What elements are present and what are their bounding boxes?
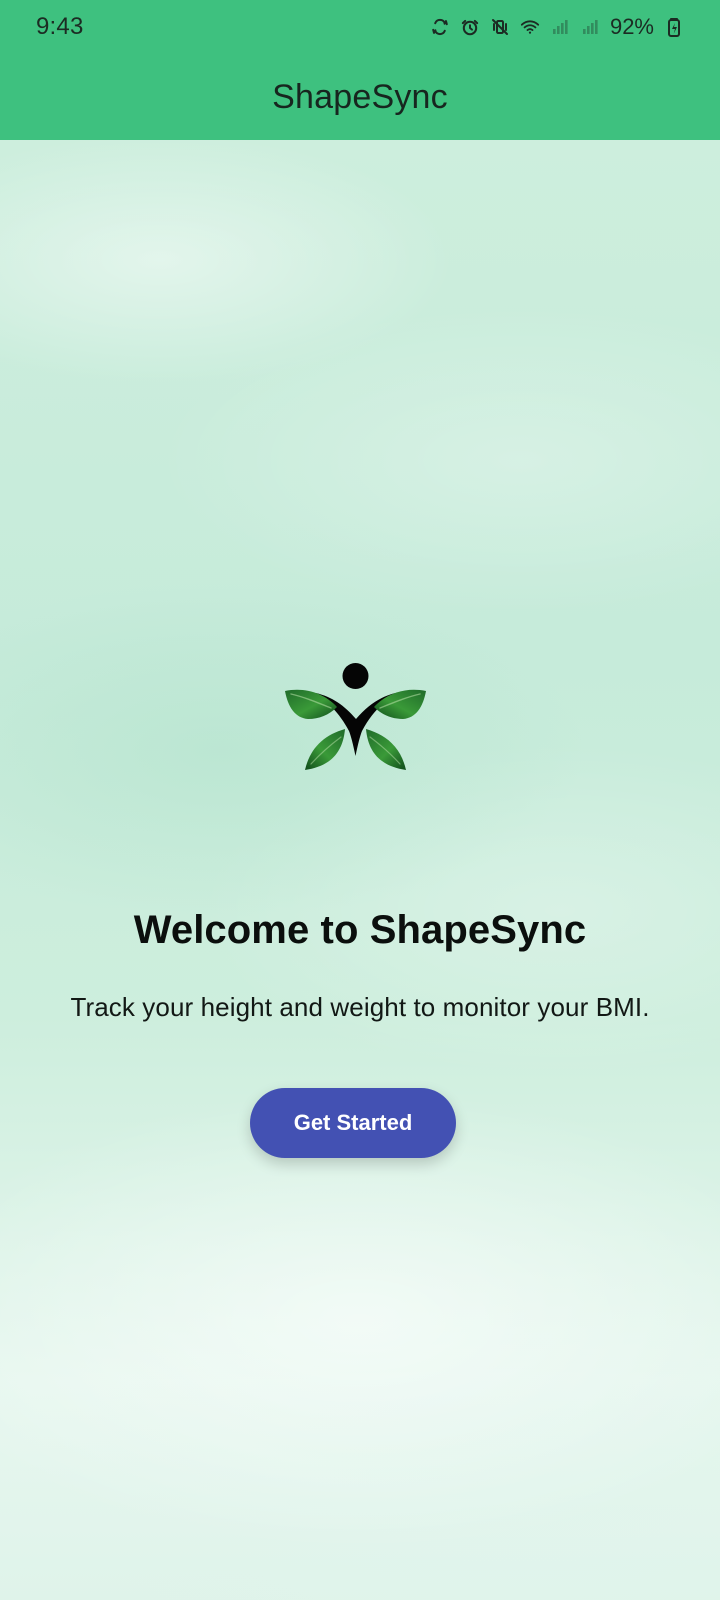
- butterfly-person-logo: [283, 660, 428, 775]
- status-right: 92%: [430, 14, 684, 40]
- alarm-icon: [460, 17, 480, 37]
- vibrate-off-icon: [490, 17, 510, 37]
- header: 9:43 92% ShapeSync: [0, 0, 720, 140]
- signal-2-icon: [580, 17, 600, 37]
- signal-1-icon: [550, 17, 570, 37]
- status-bar: 9:43 92%: [0, 0, 720, 54]
- android-recycle-icon: [430, 17, 450, 37]
- battery-charging-icon: [664, 17, 684, 37]
- status-time: 9:43: [36, 13, 84, 40]
- battery-percent: 92%: [609, 14, 654, 39]
- welcome-heading: Welcome to ShapeSync: [133, 908, 587, 952]
- app-bar: ShapeSync: [0, 54, 720, 140]
- app-title: ShapeSync: [272, 77, 448, 116]
- welcome-screen: Welcome to ShapeSync Track your height a…: [0, 140, 720, 1600]
- wifi-icon: [520, 17, 540, 37]
- welcome-subtitle: Track your height and weight to monitor …: [70, 992, 650, 1022]
- get-started-button[interactable]: Get Started: [250, 1088, 456, 1158]
